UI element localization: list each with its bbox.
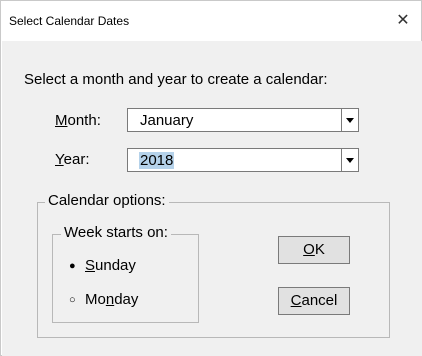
radio-unselected-icon: ○ <box>69 294 76 306</box>
window-title: Select Calendar Dates <box>9 14 130 28</box>
title-bar[interactable]: Select Calendar Dates ✕ <box>1 1 421 41</box>
chevron-down-icon <box>346 158 354 163</box>
chevron-down-icon <box>346 118 354 123</box>
year-value: 2018 <box>139 152 175 169</box>
radio-monday[interactable]: ○ Monday <box>69 291 138 308</box>
close-icon[interactable]: ✕ <box>385 1 421 41</box>
instruction-text: Select a month and year to create a cale… <box>24 71 328 88</box>
month-dropdown[interactable]: January <box>127 108 359 132</box>
dialog-window: Select Calendar Dates ✕ Select a month a… <box>0 0 422 356</box>
radio-selected-icon: ● <box>69 260 76 272</box>
month-value: January <box>140 112 194 129</box>
radio-sunday[interactable]: ● Sunday <box>69 257 136 274</box>
month-label: Month: <box>55 112 101 129</box>
dialog-body: Select a month and year to create a cale… <box>2 41 422 356</box>
week-starts-title: Week starts on: <box>61 224 171 241</box>
calendar-options-title: Calendar options: <box>45 192 169 209</box>
week-starts-group <box>52 234 199 323</box>
year-label: Year: <box>55 151 90 168</box>
cancel-button[interactable]: Cancel <box>278 287 350 315</box>
month-dropdown-arrow[interactable] <box>341 109 358 131</box>
year-dropdown[interactable]: 2018 <box>127 148 359 172</box>
year-dropdown-arrow[interactable] <box>341 149 358 171</box>
ok-button[interactable]: OK <box>278 236 350 264</box>
